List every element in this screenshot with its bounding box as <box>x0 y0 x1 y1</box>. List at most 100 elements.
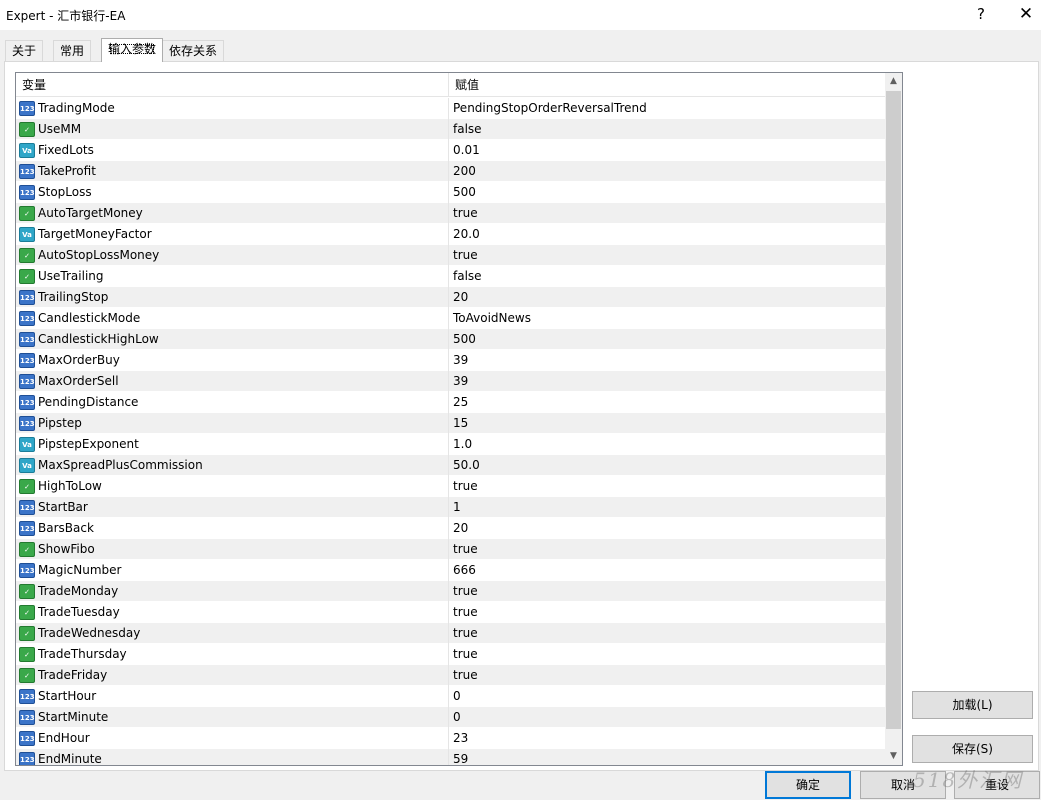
value-cell[interactable]: 50.0 <box>449 455 885 476</box>
table-row[interactable]: Va PipstepExponent 1.0 <box>16 434 885 455</box>
value-cell[interactable]: ToAvoidNews <box>449 308 885 329</box>
value-cell[interactable]: false <box>449 266 885 287</box>
table-row[interactable]: 123 TrailingStop 20 <box>16 287 885 308</box>
table-row[interactable]: 123 Pipstep 15 <box>16 413 885 434</box>
value-cell[interactable]: 59 <box>449 749 885 765</box>
integer-type-icon: 123 <box>19 332 35 347</box>
boolean-type-icon: ✓ <box>19 248 35 263</box>
table-row[interactable]: ✓ TradeTuesday true <box>16 602 885 623</box>
value-cell[interactable]: 23 <box>449 728 885 749</box>
value-cell[interactable]: true <box>449 581 885 602</box>
table-row[interactable]: 123 EndMinute 59 <box>16 749 885 765</box>
scroll-thumb[interactable] <box>886 91 901 729</box>
value-cell[interactable]: 0 <box>449 686 885 707</box>
value-cell[interactable]: 39 <box>449 350 885 371</box>
table-row[interactable]: Va TargetMoneyFactor 20.0 <box>16 224 885 245</box>
tab-dependencies[interactable]: 依存关系 <box>162 40 225 61</box>
table-row[interactable]: ✓ ShowFibo true <box>16 539 885 560</box>
variable-name: TargetMoneyFactor <box>38 227 152 241</box>
tab-about[interactable]: 关于 <box>5 40 44 61</box>
table-row[interactable]: 123 BarsBack 20 <box>16 518 885 539</box>
value-cell[interactable]: 20 <box>449 287 885 308</box>
table-row[interactable]: Va FixedLots 0.01 <box>16 140 885 161</box>
value-cell[interactable]: true <box>449 602 885 623</box>
table-row[interactable]: ✓ AutoTargetMoney true <box>16 203 885 224</box>
table-row[interactable]: 123 StartHour 0 <box>16 686 885 707</box>
parameters-grid[interactable]: 变量 赋值 123 TradingMode PendingStopOrderReve… <box>15 72 903 766</box>
table-row[interactable]: 123 EndHour 23 <box>16 728 885 749</box>
value-cell[interactable]: 200 <box>449 161 885 182</box>
variable-name: StartHour <box>38 689 97 703</box>
value-cell[interactable]: 39 <box>449 371 885 392</box>
double-type-icon: Va <box>19 437 35 452</box>
value-cell[interactable]: true <box>449 623 885 644</box>
tab-common[interactable]: 常用 <box>53 40 92 61</box>
scroll-down-icon[interactable]: ▼ <box>885 748 902 765</box>
table-row[interactable]: ✓ TradeWednesday true <box>16 623 885 644</box>
cancel-button[interactable]: 取消 <box>860 771 946 799</box>
column-header-value[interactable]: 赋值 <box>449 73 885 97</box>
integer-type-icon: 123 <box>19 416 35 431</box>
tab-inputs[interactable]: 输入参数 <box>101 38 164 62</box>
load-button[interactable]: 加载(L) <box>912 691 1033 719</box>
value-cell[interactable]: 1 <box>449 497 885 518</box>
value-cell[interactable]: 0.01 <box>449 140 885 161</box>
value-cell[interactable]: 25 <box>449 392 885 413</box>
value-cell[interactable]: 1.0 <box>449 434 885 455</box>
table-row[interactable]: 123 TakeProfit 200 <box>16 161 885 182</box>
value-cell[interactable]: true <box>449 665 885 686</box>
value-cell[interactable]: 20 <box>449 518 885 539</box>
variable-name: HighToLow <box>38 479 102 493</box>
value-cell[interactable]: true <box>449 539 885 560</box>
value-cell[interactable]: false <box>449 119 885 140</box>
value-cell[interactable]: 20.0 <box>449 224 885 245</box>
value-cell[interactable]: true <box>449 476 885 497</box>
integer-type-icon: 123 <box>19 101 35 116</box>
value-cell[interactable]: true <box>449 644 885 665</box>
column-header-variable[interactable]: 变量 <box>16 73 449 97</box>
table-row[interactable]: 123 MagicNumber 666 <box>16 560 885 581</box>
value-cell[interactable]: 500 <box>449 329 885 350</box>
table-row[interactable]: 123 StartMinute 0 <box>16 707 885 728</box>
value-cell[interactable]: 666 <box>449 560 885 581</box>
tab-inputs-label: 输入参数 <box>108 42 157 56</box>
table-row[interactable]: ✓ TradeMonday true <box>16 581 885 602</box>
table-row[interactable]: ✓ HighToLow true <box>16 476 885 497</box>
value-cell[interactable]: true <box>449 245 885 266</box>
table-row[interactable]: 123 StartBar 1 <box>16 497 885 518</box>
integer-type-icon: 123 <box>19 290 35 305</box>
table-row[interactable]: 123 MaxOrderSell 39 <box>16 371 885 392</box>
close-button[interactable]: ✕ <box>1006 2 1041 28</box>
table-row[interactable]: ✓ UseTrailing false <box>16 266 885 287</box>
ok-button[interactable]: 确定 <box>765 771 851 799</box>
variable-name: PendingDistance <box>38 395 139 409</box>
value-cell[interactable]: 0 <box>449 707 885 728</box>
table-row[interactable]: 123 PendingDistance 25 <box>16 392 885 413</box>
table-row[interactable]: 123 CandlestickMode ToAvoidNews <box>16 308 885 329</box>
table-row[interactable]: 123 CandlestickHighLow 500 <box>16 329 885 350</box>
value-cell[interactable]: PendingStopOrderReversalTrend <box>449 98 885 119</box>
variable-cell: 123 TakeProfit <box>16 161 449 182</box>
table-row[interactable]: 123 TradingMode PendingStopOrderReversalTr… <box>16 98 885 119</box>
table-row[interactable]: ✓ TradeThursday true <box>16 644 885 665</box>
variable-cell: ✓ TradeWednesday <box>16 623 449 644</box>
reset-button[interactable]: 重设 <box>954 771 1040 799</box>
value-cell[interactable]: 500 <box>449 182 885 203</box>
boolean-type-icon: ✓ <box>19 479 35 494</box>
table-row[interactable]: ✓ TradeFriday true <box>16 665 885 686</box>
save-button[interactable]: 保存(S) <box>912 735 1033 763</box>
help-button[interactable]: ? <box>961 2 1001 28</box>
table-row[interactable]: Va MaxSpreadPlusCommission 50.0 <box>16 455 885 476</box>
table-row[interactable]: 123 StopLoss 500 <box>16 182 885 203</box>
table-row[interactable]: 123 MaxOrderBuy 39 <box>16 350 885 371</box>
variable-name: CandlestickHighLow <box>38 332 159 346</box>
variable-name: ShowFibo <box>38 542 95 556</box>
value-cell[interactable]: true <box>449 203 885 224</box>
boolean-type-icon: ✓ <box>19 626 35 641</box>
table-row[interactable]: ✓ UseMM false <box>16 119 885 140</box>
table-row[interactable]: ✓ AutoStopLossMoney true <box>16 245 885 266</box>
boolean-type-icon: ✓ <box>19 542 35 557</box>
scroll-up-icon[interactable]: ▲ <box>885 73 902 90</box>
value-cell[interactable]: 15 <box>449 413 885 434</box>
vertical-scrollbar[interactable]: ▲ ▼ <box>885 73 902 765</box>
